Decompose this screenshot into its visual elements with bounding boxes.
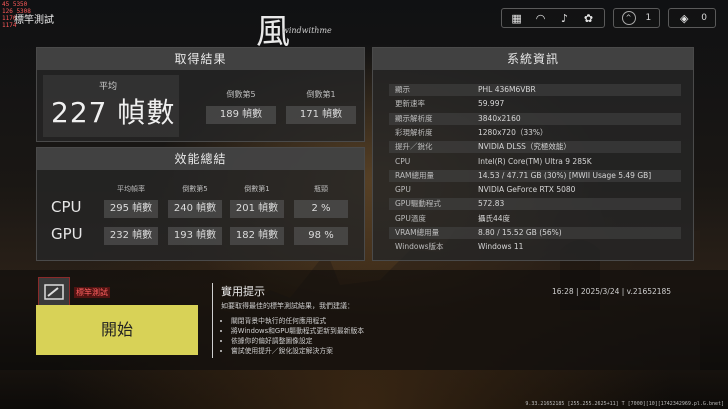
low1-label: 倒數第1 xyxy=(306,90,336,99)
cell-low5: 193 幀數 xyxy=(168,227,222,245)
system-info-row: GPU NVIDIA GeForce RTX 5080 xyxy=(389,184,681,196)
bell-icon[interactable]: ♪ xyxy=(558,11,572,25)
system-info-value: 攝氏44度 xyxy=(478,213,511,223)
row-label: GPU xyxy=(51,225,83,243)
tips-subtitle: 如要取得最佳的標竿測試結果，我們建議： xyxy=(221,302,354,310)
system-info-row: 顯示 PHL 436M6VBR xyxy=(389,84,681,96)
system-info-value: NVIDIA DLSS（究極效能） xyxy=(478,142,571,152)
build-id: 9.33.21652185 [255.255.2625+11] T [7000]… xyxy=(525,401,724,407)
points-badge[interactable]: ◈ 0 xyxy=(668,8,716,28)
system-info-key: GPU驅動程式 xyxy=(395,199,441,209)
average-box: 平均 227 幀數 xyxy=(43,75,179,137)
system-info-key: CPU xyxy=(395,156,411,166)
level-badge[interactable]: ^ 1 xyxy=(612,8,661,28)
system-info-row: Windows版本 Windows 11 xyxy=(389,241,681,253)
overlay-title: 標竿測試 xyxy=(14,15,54,26)
performance-columns: 平均幀率 倒數第5 倒數第1 瓶頸 xyxy=(37,185,364,197)
cell-avg: 232 幀數 xyxy=(104,227,158,245)
logo: 風 windwithme xyxy=(254,6,364,52)
system-info-key: VRAM總用量 xyxy=(395,228,440,237)
system-info-key: 更新速率 xyxy=(395,99,425,109)
system-info-row: 彩現解析度 1280x720（33%） xyxy=(389,127,681,139)
grid-icon[interactable]: ▦ xyxy=(510,11,524,25)
benchmark-card: 標竿測試 開始 xyxy=(36,275,198,355)
low5-value: 189 幀數 xyxy=(206,106,276,124)
system-info-value: NVIDIA GeForce RTX 5080 xyxy=(478,185,576,195)
column-header: 倒數第1 xyxy=(244,185,270,193)
tips-list: 關閉背景中執行的任何應用程式 將Windows和GPU驅動程式更新到最新版本 依… xyxy=(221,316,561,356)
tip-item: 依據你的偏好調整圖像設定 xyxy=(231,336,561,346)
column-header: 瓶頸 xyxy=(314,185,328,193)
system-info-row: GPU驅動程式 572.83 xyxy=(389,198,681,211)
tip-item: 嘗試使用提升／銳化設定解決方案 xyxy=(231,346,561,356)
results-panel: 取得結果 平均 227 幀數 倒數第5 189 幀數 倒數第1 171 幀數 xyxy=(36,47,365,142)
system-info-value: 3840x2160 xyxy=(478,113,521,123)
system-info-key: Windows版本 xyxy=(395,242,444,252)
column-header: 倒數第5 xyxy=(182,185,208,193)
system-info-value: 14.53 / 47.71 GB (30%) [MWII Usage 5.49 … xyxy=(478,170,652,180)
results-heading: 取得結果 xyxy=(37,48,364,70)
tips-title: 實用提示 xyxy=(221,285,265,298)
system-info-key: GPU溫度 xyxy=(395,213,426,223)
average-value: 227 幀數 xyxy=(51,96,176,129)
gear-icon[interactable]: ✿ xyxy=(582,11,596,25)
row-label: CPU xyxy=(51,198,82,216)
performance-panel: 效能總結 平均幀率 倒數第5 倒數第1 瓶頸 CPU 295 幀數 240 幀數… xyxy=(36,147,365,261)
system-info-heading: 系統資訊 xyxy=(373,48,693,70)
level-value: 1 xyxy=(645,13,652,23)
system-info-row: CPU Intel(R) Core(TM) Ultra 9 285K xyxy=(389,156,681,168)
benchmark-thumbnail xyxy=(38,277,70,307)
system-info-value: 1280x720（33%） xyxy=(478,127,548,137)
cell-bottleneck: 98 % xyxy=(294,227,348,245)
cell-bottleneck: 2 % xyxy=(294,200,348,218)
system-info-key: 彩現解析度 xyxy=(395,127,433,137)
system-info-row: 更新速率 59.997 xyxy=(389,98,681,110)
system-info-row: 提升／銳化 NVIDIA DLSS（究極效能） xyxy=(389,141,681,154)
system-info-key: 顯示 xyxy=(395,85,410,94)
tip-item: 關閉背景中執行的任何應用程式 xyxy=(231,316,561,326)
top-bar: ▦ ◠ ♪ ✿ ^ 1 ◈ 0 xyxy=(500,8,716,28)
system-info-value: PHL 436M6VBR xyxy=(478,85,536,94)
system-info-value: 59.997 xyxy=(478,99,505,109)
system-info-value: 8.80 / 15.52 GB (56%) xyxy=(478,228,562,237)
system-info-panel: 系統資訊 顯示 PHL 436M6VBR 更新速率 59.997 顯示解析度 3840x2… xyxy=(372,47,694,261)
system-info-key: 顯示解析度 xyxy=(395,113,433,123)
tip-item: 將Windows和GPU驅動程式更新到最新版本 xyxy=(231,326,561,336)
headset-icon[interactable]: ◠ xyxy=(534,11,548,25)
menu-group: ▦ ◠ ♪ ✿ xyxy=(500,8,605,28)
chevron-up-icon: ^ xyxy=(621,11,636,25)
tips-section: 實用提示 如要取得最佳的標竿測試結果，我們建議： 關閉背景中執行的任何應用程式 … xyxy=(212,283,561,358)
low1-value: 171 幀數 xyxy=(286,106,356,124)
low5-label: 倒數第5 xyxy=(226,90,256,99)
perf-row-gpu: GPU 232 幀數 193 幀數 182 幀數 98 % xyxy=(37,225,364,249)
system-info-value: Windows 11 xyxy=(478,242,524,252)
cell-low1: 182 幀數 xyxy=(230,227,284,245)
cell-avg: 295 幀數 xyxy=(104,200,158,218)
overlay-line: 45 5350 xyxy=(2,1,28,8)
benchmark-tag: 標竿測試 xyxy=(74,287,110,298)
datetime-version: 16:28 | 2025/3/24 | v.21652185 xyxy=(552,287,672,296)
system-info-key: GPU xyxy=(395,185,411,195)
points-value: 0 xyxy=(701,13,707,23)
start-button[interactable]: 開始 xyxy=(36,305,198,355)
logo-text: windwithme xyxy=(282,26,332,35)
system-info-row: VRAM總用量 8.80 / 15.52 GB (56%) xyxy=(389,227,681,239)
system-info-value: 572.83 xyxy=(478,199,505,209)
coin-icon: ◈ xyxy=(680,11,689,25)
cell-low5: 240 幀數 xyxy=(168,200,222,218)
system-info-key: RAM總用量 xyxy=(395,170,435,180)
system-info-value: Intel(R) Core(TM) Ultra 9 285K xyxy=(478,156,592,166)
low5-box: 倒數第5 189 幀數 xyxy=(201,75,281,137)
system-info-row: 顯示解析度 3840x2160 xyxy=(389,112,681,125)
benchmark-icon xyxy=(44,284,64,300)
perf-row-cpu: CPU 295 幀數 240 幀數 201 幀數 2 % xyxy=(37,198,364,222)
column-header: 平均幀率 xyxy=(117,185,145,193)
low1-box: 倒數第1 171 幀數 xyxy=(281,75,361,137)
cell-low1: 201 幀數 xyxy=(230,200,284,218)
system-info-key: 提升／銳化 xyxy=(395,142,433,152)
performance-heading: 效能總結 xyxy=(37,148,364,170)
system-info-row: GPU溫度 攝氏44度 xyxy=(389,213,681,225)
system-info-row: RAM總用量 14.53 / 47.71 GB (30%) [MWII Usage… xyxy=(389,169,681,182)
